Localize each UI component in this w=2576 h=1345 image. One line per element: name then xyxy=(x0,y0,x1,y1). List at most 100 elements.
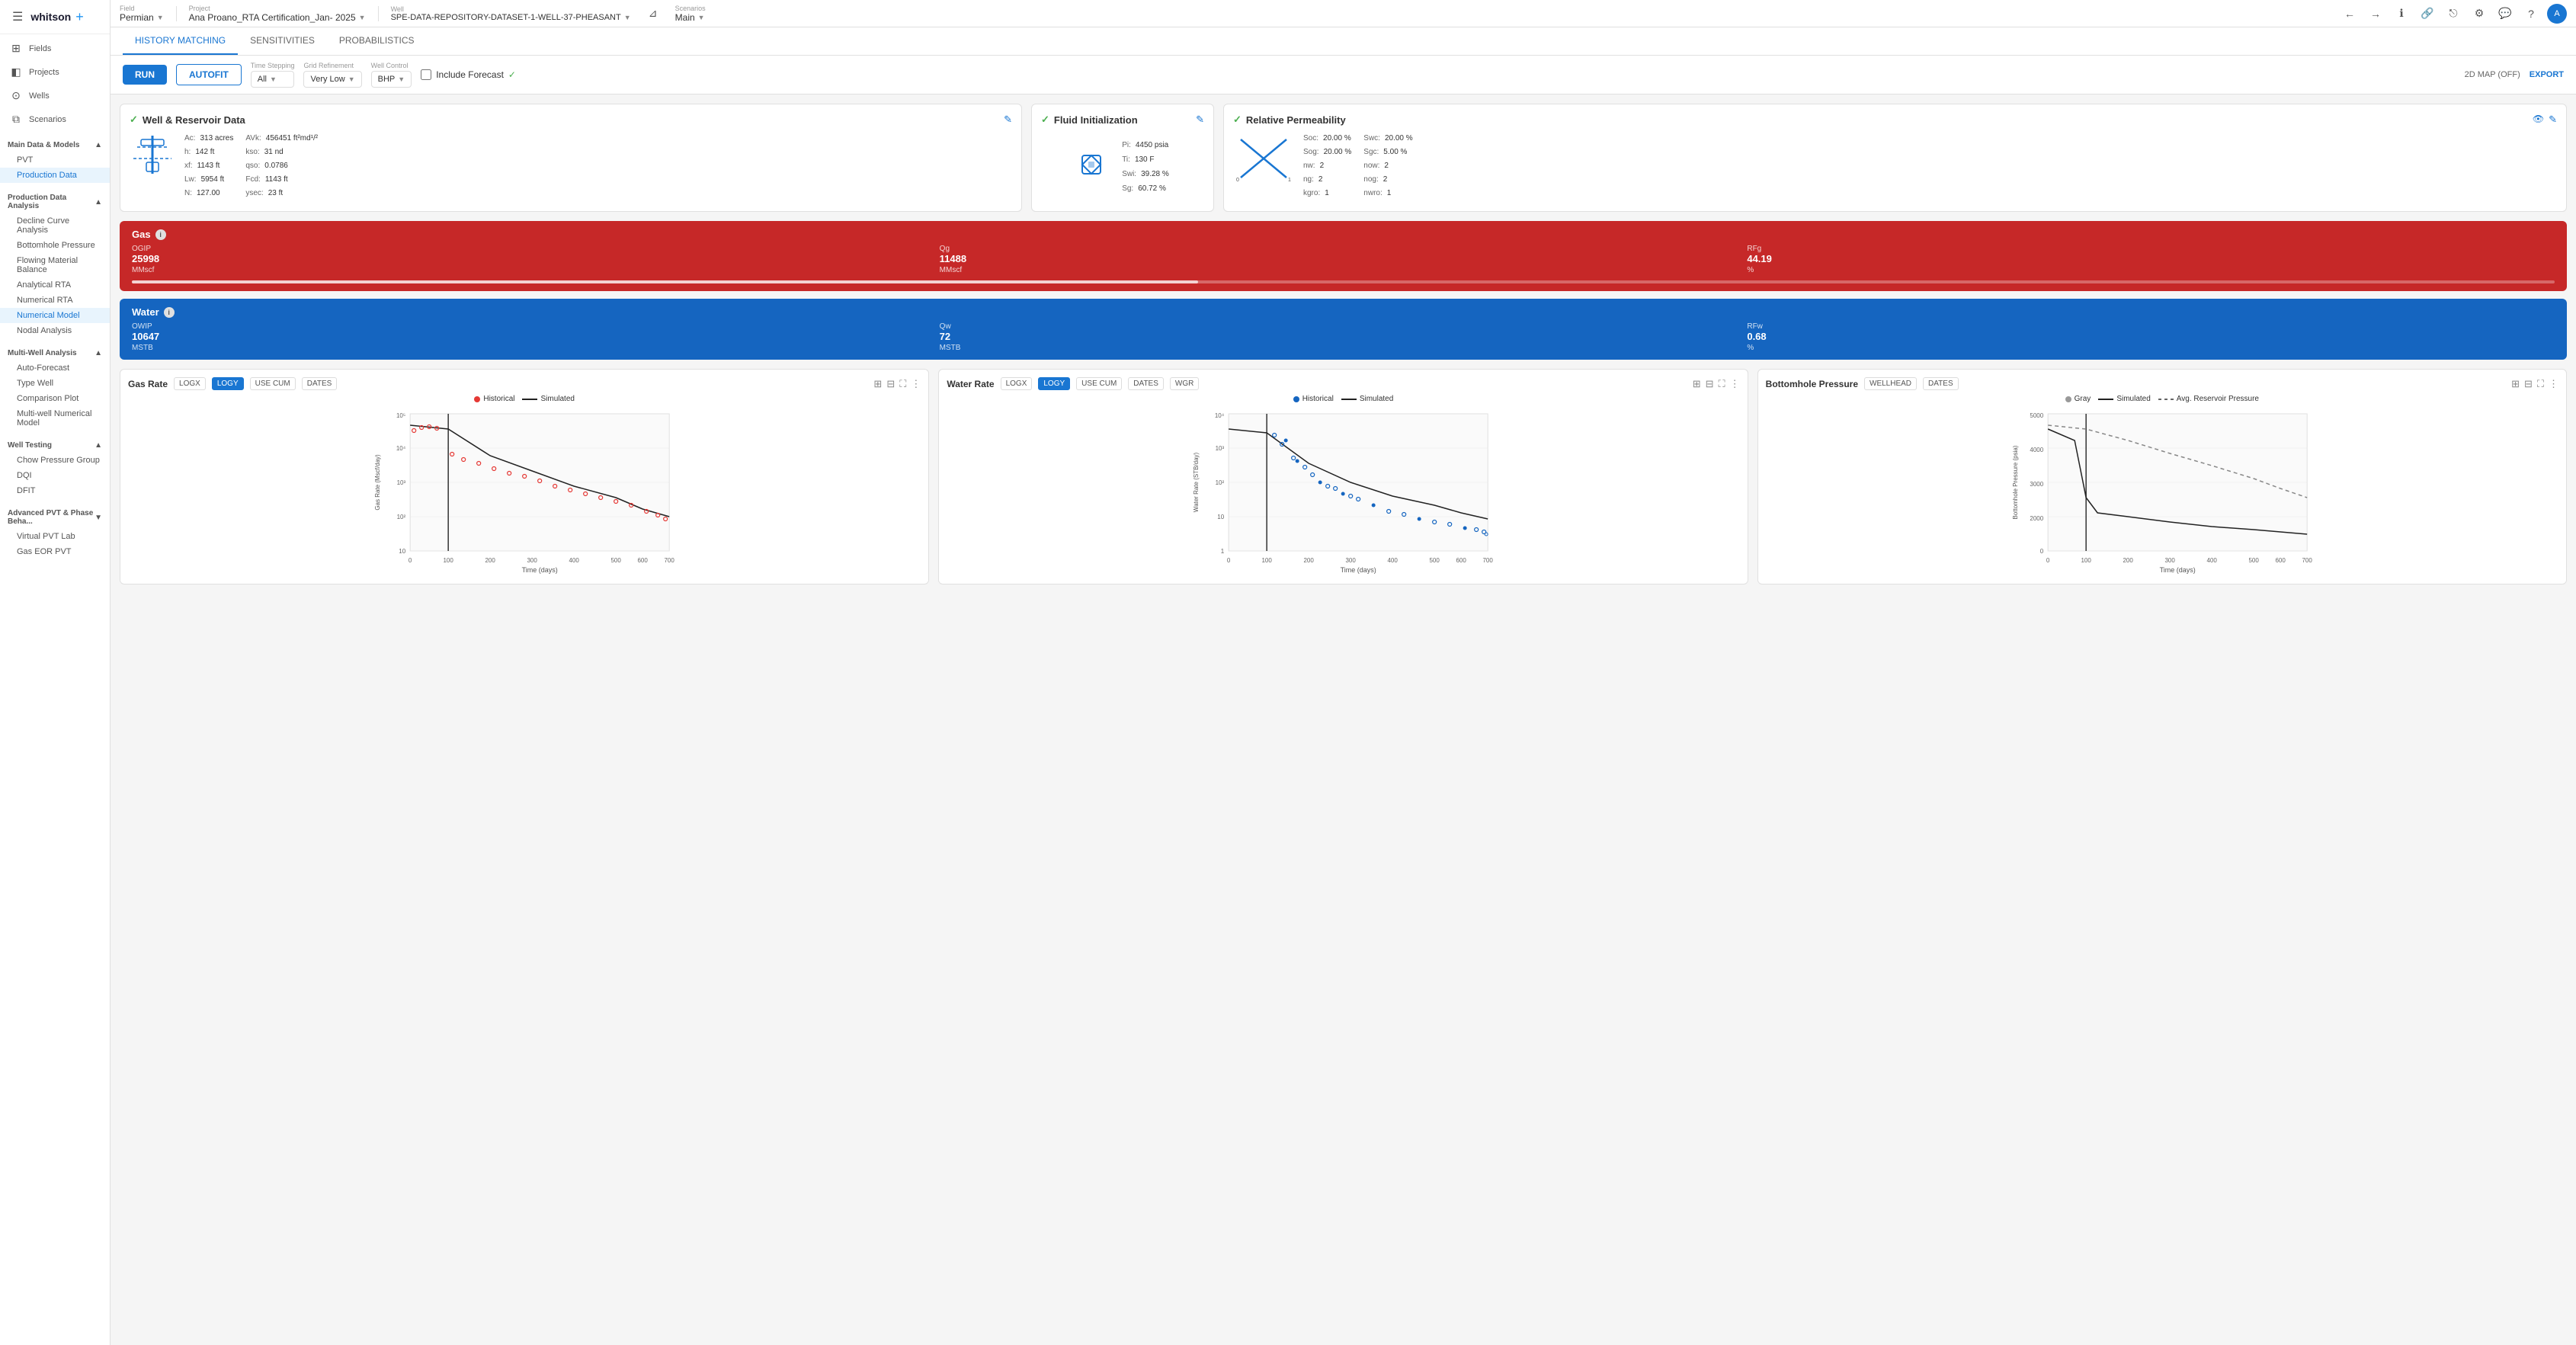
sidebar-item-analytical-rta[interactable]: Analytical RTA xyxy=(0,277,110,293)
sidebar-item-pvt[interactable]: PVT xyxy=(0,152,110,168)
settings-icon[interactable]: ⚙ xyxy=(2469,4,2489,24)
main-content: Field Permian ▼ Project Ana Proano_RTA C… xyxy=(111,0,2576,1345)
water-bar-row: OWIP 10647 MSTB Qw 72 MSTB RFw 0.68 % xyxy=(132,322,2555,352)
water-logx-btn[interactable]: LOGX xyxy=(1001,377,1033,390)
bhp-expand-icon[interactable]: ⊞ xyxy=(2511,378,2520,390)
map-button[interactable]: 2D MAP (OFF) xyxy=(2465,70,2520,79)
gas-usecum-btn[interactable]: USE CUM xyxy=(250,377,296,390)
well-testing-header[interactable]: Well Testing ▲ xyxy=(0,437,110,453)
water-dates-btn[interactable]: DATES xyxy=(1128,377,1164,390)
autofit-button[interactable]: AUTOFIT xyxy=(176,64,242,85)
gas-table-icon[interactable]: ⊟ xyxy=(886,378,895,390)
sidebar-item-flowing-material[interactable]: Flowing Material Balance xyxy=(0,253,110,277)
sidebar-item-projects[interactable]: ◧ Projects xyxy=(0,61,110,83)
gas-bar-header: Gas i xyxy=(132,229,2555,240)
edit-icon-rp[interactable]: ✎ xyxy=(2549,114,2557,126)
back-icon[interactable]: ← xyxy=(2340,4,2360,24)
sidebar-item-chow-pressure[interactable]: Chow Pressure Group xyxy=(0,453,110,468)
bhp-table-icon[interactable]: ⊟ xyxy=(2524,378,2533,390)
time-stepping-select[interactable]: All ▼ xyxy=(251,71,295,88)
rp-col-2: Swc: 20.00 % Sgc: 5.00 % now: 2 xyxy=(1363,132,1412,200)
sidebar-item-comparison-plot[interactable]: Comparison Plot xyxy=(0,391,110,406)
include-forecast-checkbox[interactable]: Include Forecast ✓ xyxy=(421,69,516,80)
water-expand-icon[interactable]: ⊞ xyxy=(1693,378,1701,390)
eye-icon-rp[interactable]: 👁 xyxy=(2533,114,2544,126)
wr-row-ysec: ysec: 23 ft xyxy=(245,187,318,200)
filter-icon[interactable]: ⊿ xyxy=(643,4,663,24)
hamburger-icon[interactable]: ☰ xyxy=(9,6,26,27)
numerical-rta-label: Numerical RTA xyxy=(17,296,73,305)
bhp-wellhead-btn[interactable]: WELLHEAD xyxy=(1864,377,1917,390)
collapse-icon: ▲ xyxy=(95,141,102,149)
sidebar-item-production-data[interactable]: Production Data xyxy=(0,168,110,183)
water-logy-btn[interactable]: LOGY xyxy=(1038,377,1070,390)
sidebar-item-dqi[interactable]: DQI xyxy=(0,468,110,483)
water-more-icon[interactable]: ⋮ xyxy=(1730,378,1740,390)
sidebar-item-gas-eor[interactable]: Gas EOR PVT xyxy=(0,544,110,559)
export-button[interactable]: EXPORT xyxy=(2530,70,2564,79)
bhp-fullscreen-icon[interactable]: ⛶ xyxy=(2537,378,2544,390)
field-selector[interactable]: Field Permian ▼ xyxy=(120,5,164,23)
tab-history-matching[interactable]: HISTORY MATCHING xyxy=(123,27,238,55)
svg-text:400: 400 xyxy=(2206,557,2217,564)
gas-logx-btn[interactable]: LOGX xyxy=(174,377,206,390)
share-icon[interactable]: ⎋ xyxy=(2443,4,2463,24)
multi-well-header[interactable]: Multi-Well Analysis ▲ xyxy=(0,344,110,360)
tab-probabilistics[interactable]: PROBABILISTICS xyxy=(327,27,427,55)
bhp-more-icon[interactable]: ⋮ xyxy=(2549,378,2558,390)
sidebar-item-dfit[interactable]: DFIT xyxy=(0,483,110,498)
edit-icon-fi[interactable]: ✎ xyxy=(1196,114,1204,126)
sidebar-item-type-well[interactable]: Type Well xyxy=(0,376,110,391)
advanced-pvt-header[interactable]: Advanced PVT & Phase Beha... ▼ xyxy=(0,504,110,529)
rel-perm-body: 0 1 Soc: 20.00 % Sog: 20.00 % xyxy=(1233,132,2557,200)
gas-fullscreen-icon[interactable]: ⛶ xyxy=(899,378,906,390)
water-wgr-btn[interactable]: WGR xyxy=(1170,377,1199,390)
bhp-dates-btn[interactable]: DATES xyxy=(1923,377,1959,390)
link-icon[interactable]: 🔗 xyxy=(2417,4,2437,24)
grid-refinement-select[interactable]: Very Low ▼ xyxy=(303,71,361,88)
sidebar-item-numerical-model[interactable]: Numerical Model xyxy=(0,308,110,323)
water-fullscreen-icon[interactable]: ⛶ xyxy=(1719,378,1725,390)
gas-more-icon[interactable]: ⋮ xyxy=(911,378,921,390)
include-forecast-input[interactable] xyxy=(421,69,431,80)
project-selector[interactable]: Project Ana Proano_RTA Certification_Jan… xyxy=(189,5,366,23)
sidebar-item-nodal-analysis[interactable]: Nodal Analysis xyxy=(0,323,110,338)
forward-icon[interactable]: → xyxy=(2366,4,2385,24)
water-usecum-btn[interactable]: USE CUM xyxy=(1076,377,1122,390)
tab-sensitivities[interactable]: SENSITIVITIES xyxy=(238,27,327,55)
edit-icon-wr[interactable]: ✎ xyxy=(1004,114,1012,126)
sidebar-item-numerical-rta[interactable]: Numerical RTA xyxy=(0,293,110,308)
sidebar-item-bottomhole[interactable]: Bottomhole Pressure xyxy=(0,238,110,253)
sidebar-item-decline-curve[interactable]: Decline Curve Analysis xyxy=(0,213,110,238)
tab-probabilistics-label: PROBABILISTICS xyxy=(339,35,415,46)
run-button[interactable]: RUN xyxy=(123,65,167,85)
gas-info-icon[interactable]: i xyxy=(155,229,166,240)
scenarios-selector[interactable]: Scenarios Main ▼ xyxy=(675,5,706,23)
info-icon[interactable]: ℹ xyxy=(2392,4,2411,24)
help-icon[interactable]: ? xyxy=(2521,4,2541,24)
well-selector[interactable]: Well SPE-DATA-REPOSITORY-DATASET-1-WELL-… xyxy=(391,5,631,22)
well-control-select[interactable]: BHP ▼ xyxy=(371,71,412,88)
gas-dates-btn[interactable]: DATES xyxy=(302,377,338,390)
wr-val-xf: 1143 ft xyxy=(197,159,220,173)
production-data-analysis-header[interactable]: Production Data Analysis ▲ xyxy=(0,189,110,213)
gas-logy-btn[interactable]: LOGY xyxy=(212,377,244,390)
sidebar-item-scenarios[interactable]: ⧉ Scenarios xyxy=(0,108,110,130)
wr-val-avk: 456451 ft²md¹/² xyxy=(266,132,318,146)
gas-expand-icon[interactable]: ⊞ xyxy=(873,378,882,390)
water-table-icon[interactable]: ⊟ xyxy=(1706,378,1714,390)
well-control-label: Well Control xyxy=(371,62,412,69)
sidebar-item-multi-well-numerical[interactable]: Multi-well Numerical Model xyxy=(0,406,110,431)
water-info-icon[interactable]: i xyxy=(164,307,175,318)
sidebar-item-auto-forecast[interactable]: Auto-Forecast xyxy=(0,360,110,376)
svg-text:10⁴: 10⁴ xyxy=(1215,412,1225,419)
svg-text:Water Rate (STB/day): Water Rate (STB/day) xyxy=(1193,452,1200,512)
nodal-analysis-label: Nodal Analysis xyxy=(17,326,72,335)
sidebar-item-fields[interactable]: ⊞ Fields xyxy=(0,37,110,59)
sidebar-item-wells[interactable]: ⊙ Wells xyxy=(0,85,110,107)
avatar[interactable]: A xyxy=(2547,4,2567,24)
sidebar-item-virtual-pvt[interactable]: Virtual PVT Lab xyxy=(0,529,110,544)
main-data-header[interactable]: Main Data & Models ▲ xyxy=(0,136,110,152)
svg-text:100: 100 xyxy=(2081,557,2091,564)
chat-icon[interactable]: 💬 xyxy=(2495,4,2515,24)
